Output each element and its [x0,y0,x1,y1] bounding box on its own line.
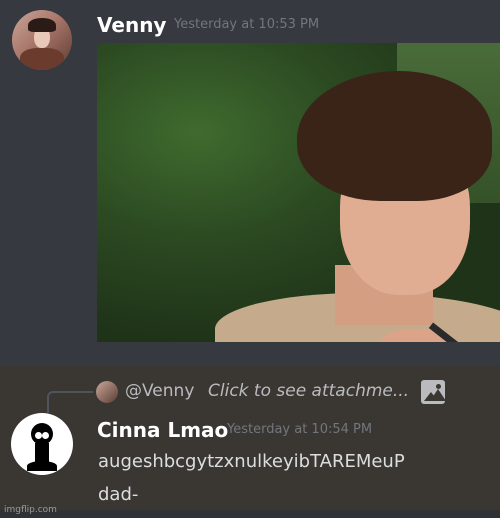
watermark-text: imgflip.com [4,505,57,515]
image-attachment[interactable] [97,43,500,342]
photo-hair [297,71,492,201]
cinna-timestamp: Yesterday at 10:54 PM [227,422,373,437]
avatar-right-eye [42,432,49,439]
reply-preview-text[interactable]: Click to see attachme... [208,381,409,401]
reply-avatar[interactable] [96,381,118,403]
message-venny: Venny Yesterday at 10:53 PM [0,0,500,366]
venny-avatar[interactable] [12,10,72,70]
reply-mention[interactable]: @Venny [125,381,194,401]
cinna-avatar[interactable] [11,413,73,475]
venny-username[interactable]: Venny [97,13,166,37]
avatar-body [20,48,64,70]
bottom-strip [0,510,500,518]
avatar-base [27,461,57,471]
image-icon[interactable] [421,380,445,404]
venny-timestamp: Yesterday at 10:53 PM [174,17,320,32]
reply-connector-line [47,391,93,413]
avatar-left-eye [35,432,42,439]
message-line-1: augeshbcgytzxnulkeyibTAREMeuP [98,451,405,472]
cinna-username[interactable]: Cinna Lmao [97,418,228,442]
avatar-hair [28,18,56,32]
message-line-2: dad- [98,484,139,505]
image-icon-mountain-large [430,389,445,401]
